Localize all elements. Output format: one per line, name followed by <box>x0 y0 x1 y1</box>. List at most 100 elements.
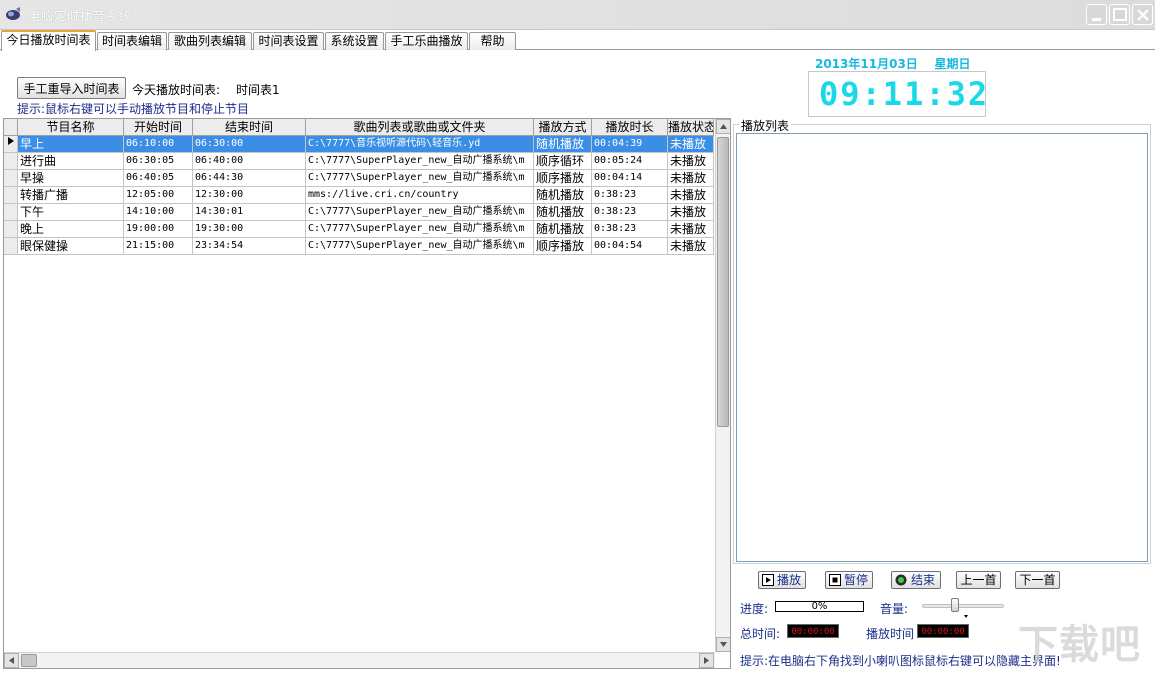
cell-start: 06:40:05 <box>124 170 193 187</box>
cell-duration: 0:38:23 <box>592 187 668 204</box>
cell-source: C:\7777\SuperPlayer_new_自动广播系统\m <box>306 204 534 221</box>
reimport-schedule-button[interactable]: 手工重导入时间表 <box>17 77 126 99</box>
table-row[interactable]: 早上 06:10:00 06:30:00 C:\7777\音乐视听源代码\轻音乐.yd… <box>4 136 714 153</box>
cell-mode: 随机播放 <box>534 221 592 238</box>
cell-name: 早操 <box>18 170 124 187</box>
tab-help[interactable]: 帮助 <box>469 32 516 50</box>
maximize-button[interactable] <box>1109 4 1130 25</box>
row-indicator <box>4 204 18 221</box>
volume-slider-thumb[interactable] <box>951 598 959 612</box>
table-row[interactable]: 眼保健操 21:15:00 23:34:54 C:\7777\SuperPlayer_… <box>4 238 714 255</box>
table-header: 节目名称 开始时间 结束时间 歌曲列表或歌曲或文件夹 播放方式 播放时长 播放状态 <box>4 119 714 136</box>
column-header-status[interactable]: 播放状态 <box>668 119 714 136</box>
cell-status: 未播放 <box>668 153 714 170</box>
column-header-source[interactable]: 歌曲列表或歌曲或文件夹 <box>306 119 534 136</box>
tab-system-settings[interactable]: 系统设置 <box>325 32 384 50</box>
table-row[interactable]: 晚上 19:00:00 19:30:00 C:\7777\SuperPlayer_ne… <box>4 221 714 238</box>
stop-button[interactable]: 结束 <box>891 571 941 589</box>
row-indicator-header <box>4 119 18 136</box>
cell-start: 06:10:00 <box>124 136 193 153</box>
tray-hint: 提示:在电脑右下角找到小喇叭图标鼠标右键可以隐藏主界面! <box>740 654 1061 668</box>
tab-today-schedule[interactable]: 今日播放时间表 <box>1 30 96 51</box>
volume-label: 音量: <box>880 602 909 616</box>
next-track-button[interactable]: 下一首 <box>1015 571 1060 589</box>
date-display: 2013年11月03日 星期日 <box>815 55 971 72</box>
scroll-left-button[interactable] <box>4 653 19 668</box>
cell-mode: 随机播放 <box>534 187 592 204</box>
pause-button[interactable]: 暂停 <box>825 571 873 589</box>
close-icon <box>1137 9 1149 21</box>
scroll-right-button[interactable] <box>699 653 714 668</box>
cell-mode: 顺序播放 <box>534 170 592 187</box>
scroll-up-button[interactable] <box>716 119 730 134</box>
cell-start: 21:15:00 <box>124 238 193 255</box>
volume-slider-track[interactable] <box>922 604 1004 608</box>
weekday-text: 星期日 <box>934 57 971 71</box>
close-button[interactable] <box>1132 4 1153 25</box>
cell-end: 06:30:00 <box>193 136 306 153</box>
column-header-name[interactable]: 节目名称 <box>18 119 124 136</box>
column-header-mode[interactable]: 播放方式 <box>534 119 592 136</box>
progress-value: 0% <box>811 601 828 612</box>
volume-tick-mark <box>964 615 968 618</box>
table-body: 早上 06:10:00 06:30:00 C:\7777\音乐视听源代码\轻音乐.yd… <box>4 136 714 255</box>
cell-mode: 顺序播放 <box>534 238 592 255</box>
previous-track-button[interactable]: 上一首 <box>956 571 1001 589</box>
clock-time: 09:11:32 <box>819 75 990 113</box>
playlist-label: 播放列表 <box>739 117 792 134</box>
cell-status: 未播放 <box>668 136 714 153</box>
arrow-down-icon <box>720 642 727 647</box>
play-button[interactable]: 播放 <box>758 571 806 589</box>
column-header-duration[interactable]: 播放时长 <box>592 119 668 136</box>
schedule-table: 节目名称 开始时间 结束时间 歌曲列表或歌曲或文件夹 播放方式 播放时长 播放状态 早上 06… <box>3 118 731 669</box>
tab-schedule-edit[interactable]: 时间表编辑 <box>97 32 167 50</box>
scroll-down-button[interactable] <box>716 637 730 652</box>
cell-source: mms://live.cri.cn/country <box>306 187 534 204</box>
horizontal-scroll-thumb[interactable] <box>21 654 37 667</box>
vertical-scroll-thumb[interactable] <box>717 137 729 427</box>
cell-name: 转播广播 <box>18 187 124 204</box>
pause-icon <box>829 574 841 586</box>
vertical-scrollbar[interactable] <box>715 119 730 652</box>
cell-end: 06:44:30 <box>193 170 306 187</box>
cell-end: 12:30:00 <box>193 187 306 204</box>
cell-status: 未播放 <box>668 204 714 221</box>
row-indicator <box>4 153 18 170</box>
maximize-icon <box>1113 8 1127 21</box>
minimize-icon <box>1092 18 1101 21</box>
table-row[interactable]: 转播广播 12:05:00 12:30:00 mms://live.cri.cn/co… <box>4 187 714 204</box>
arrow-left-icon <box>9 657 14 664</box>
cell-mode: 随机播放 <box>534 136 592 153</box>
table-row[interactable]: 早操 06:40:05 06:44:30 C:\7777\SuperPlayer_ne… <box>4 170 714 187</box>
column-header-end[interactable]: 结束时间 <box>193 119 306 136</box>
row-indicator <box>4 136 18 153</box>
horizontal-scrollbar[interactable] <box>4 652 715 668</box>
column-header-start[interactable]: 开始时间 <box>124 119 193 136</box>
cell-start: 14:10:00 <box>124 204 193 221</box>
cell-start: 06:30:05 <box>124 153 193 170</box>
main-tabs: 今日播放时间表 时间表编辑 歌曲列表编辑 时间表设置 系统设置 手工乐曲播放 帮… <box>0 30 1155 51</box>
cell-name: 进行曲 <box>18 153 124 170</box>
digital-clock: 09:11:32 <box>808 71 990 117</box>
cell-start: 19:00:00 <box>124 221 193 238</box>
cell-source: C:\7777\音乐视听源代码\轻音乐.yd <box>306 136 534 153</box>
minimize-button[interactable] <box>1086 4 1107 25</box>
table-row[interactable]: 进行曲 06:30:05 06:40:00 C:\7777\SuperPlayer_n… <box>4 153 714 170</box>
today-schedule-value: 时间表1 <box>236 83 280 97</box>
cell-duration: 00:04:14 <box>592 170 668 187</box>
cell-end: 19:30:00 <box>193 221 306 238</box>
window-title: 电脑定时播音系统 <box>28 9 133 23</box>
tab-schedule-settings[interactable]: 时间表设置 <box>253 32 324 50</box>
cell-status: 未播放 <box>668 170 714 187</box>
cell-duration: 0:38:23 <box>592 221 668 238</box>
cell-name: 下午 <box>18 204 124 221</box>
tab-song-list-edit[interactable]: 歌曲列表编辑 <box>168 32 252 50</box>
speaker-app-icon <box>6 7 20 20</box>
play-time-label: 播放时间 <box>866 627 915 641</box>
arrow-right-icon <box>704 657 709 664</box>
playlist-listbox[interactable] <box>736 133 1148 562</box>
cell-end: 23:34:54 <box>193 238 306 255</box>
row-indicator <box>4 187 18 204</box>
tab-manual-play[interactable]: 手工乐曲播放 <box>385 32 468 50</box>
table-row[interactable]: 下午 14:10:00 14:30:01 C:\7777\SuperPlayer_ne… <box>4 204 714 221</box>
